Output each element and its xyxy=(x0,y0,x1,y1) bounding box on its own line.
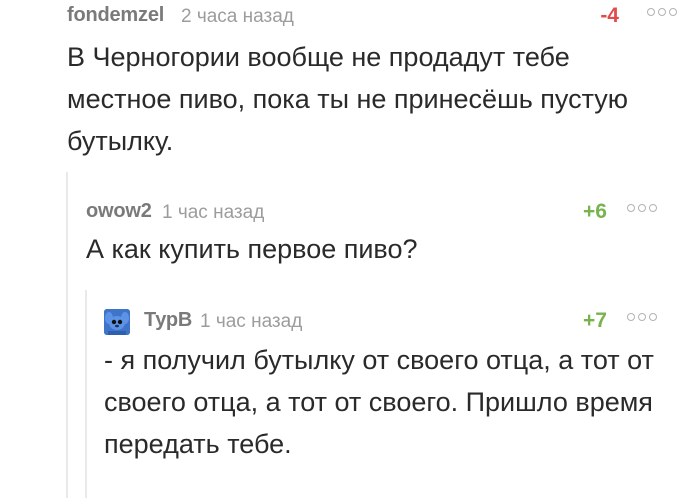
more-options-icon[interactable] xyxy=(627,204,657,212)
comment-header: ТурВ 1 час назад +7 xyxy=(104,309,657,335)
comment-text: В Черногории вообще не продадут тебе мес… xyxy=(67,42,629,156)
comment-fondemzel: fondemzel 2 часа назад -4 В Черногории в… xyxy=(67,4,677,164)
comment-author[interactable]: owow2 xyxy=(86,200,152,223)
comment-rating: +7 xyxy=(583,309,607,332)
thread-line-level-2 xyxy=(85,290,87,498)
comment-author[interactable]: fondemzel xyxy=(67,4,164,27)
comment-time[interactable]: 2 часа назад xyxy=(181,6,294,28)
avatar[interactable] xyxy=(104,309,130,335)
more-options-icon[interactable] xyxy=(647,8,677,16)
comment-text: А как купить первое пиво? xyxy=(86,234,418,264)
comment-time[interactable]: 1 час назад xyxy=(200,311,302,333)
comment-rating: +6 xyxy=(583,200,607,223)
comment-rating: -4 xyxy=(600,4,619,27)
comment-turv: ТурВ 1 час назад +7 - я получил бутылку … xyxy=(104,309,657,469)
comment-text: - я получил бутылку от своего отца, а то… xyxy=(104,345,654,459)
thread-line-level-1 xyxy=(66,172,68,498)
comment-time[interactable]: 1 час назад xyxy=(162,202,264,224)
comment-author[interactable]: ТурВ xyxy=(144,309,192,332)
comment-owow2: owow2 1 час назад +6 А как купить первое… xyxy=(86,200,657,280)
stitch-avatar-icon xyxy=(104,309,130,335)
comment-header: fondemzel 2 часа назад -4 xyxy=(67,4,677,30)
comment-header: owow2 1 час назад +6 xyxy=(86,200,657,226)
more-options-icon[interactable] xyxy=(627,313,657,321)
